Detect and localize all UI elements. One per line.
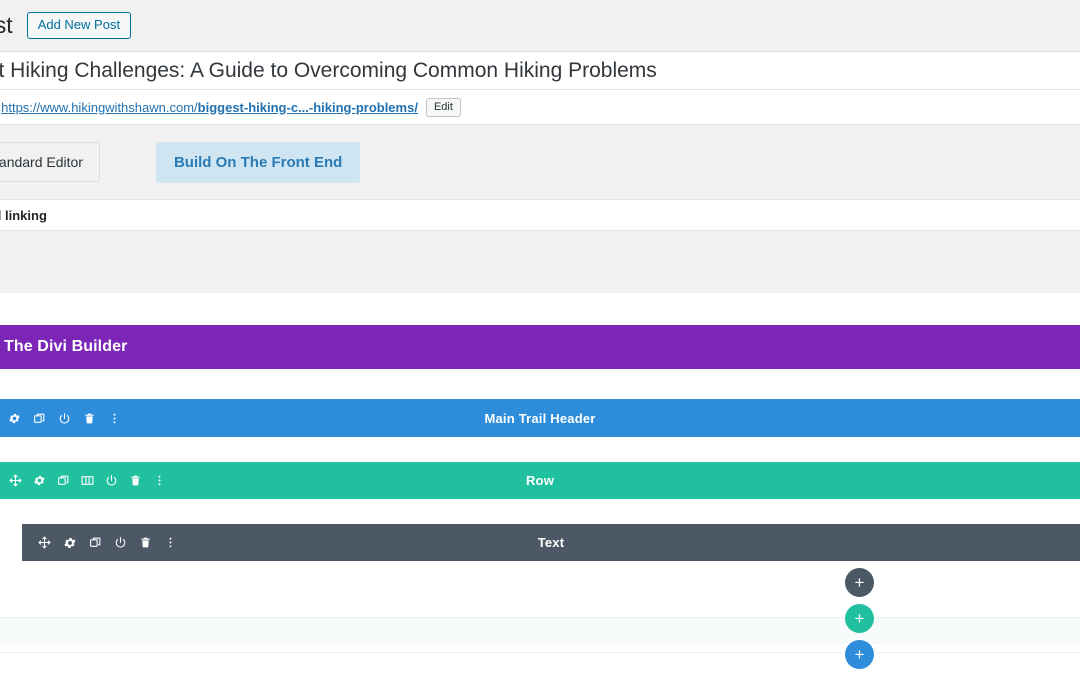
post-title-row: st Hiking Challenges: A Guide to Overcom…: [0, 52, 1080, 90]
post-title-input[interactable]: st Hiking Challenges: A Guide to Overcom…: [0, 59, 657, 83]
gear-icon[interactable]: [63, 536, 77, 550]
move-icon[interactable]: [38, 536, 51, 549]
wordpress-admin-page: ost Add New Post st Hiking Challenges: A…: [0, 0, 1080, 675]
internal-linking-label: ternal linking: [0, 207, 47, 223]
trash-icon[interactable]: [139, 536, 152, 549]
divi-builder-canvas: Main Trail Header Row Text + + +: [0, 369, 1080, 675]
add-section-button[interactable]: +: [845, 640, 874, 669]
builder-toggle-panel: To Standard Editor Build On The Front En…: [0, 124, 1080, 200]
gear-icon[interactable]: [8, 412, 21, 425]
page-title: ost: [0, 12, 13, 38]
permalink-prefix: https://www.hikingwithshawn.com/: [1, 99, 198, 115]
canvas-area-row: [0, 618, 1080, 644]
trash-icon[interactable]: [129, 474, 142, 487]
gear-icon[interactable]: [33, 474, 46, 487]
section-bar-icons: [8, 412, 121, 425]
content-gap: [0, 293, 1080, 325]
build-on-front-end-button[interactable]: Build On The Front End: [155, 141, 361, 183]
duplicate-icon[interactable]: [33, 412, 46, 425]
module-bar-icons: [38, 536, 177, 550]
power-icon[interactable]: [58, 412, 71, 425]
edit-permalink-button[interactable]: Edit: [425, 97, 461, 117]
module-label: Text: [537, 535, 565, 550]
add-new-post-button[interactable]: Add New Post: [26, 11, 132, 40]
move-icon[interactable]: [9, 474, 22, 487]
divi-builder-title: The Divi Builder: [4, 338, 128, 355]
more-options-icon[interactable]: [108, 412, 121, 425]
add-module-button[interactable]: +: [845, 568, 874, 597]
columns-icon[interactable]: [81, 474, 94, 487]
internal-linking-metabox-header[interactable]: ternal linking: [0, 200, 1080, 231]
duplicate-icon[interactable]: [57, 474, 70, 487]
permalink-link[interactable]: https://www.hikingwithshawn.com/biggest-…: [1, 100, 418, 115]
power-icon[interactable]: [114, 536, 127, 549]
section-label: Main Trail Header: [484, 410, 596, 426]
row-bar[interactable]: Row: [0, 462, 1080, 499]
metabox-body-spacer: [0, 231, 1080, 293]
canvas-area-section: [0, 652, 1080, 675]
power-icon[interactable]: [105, 474, 118, 487]
admin-topbar: ost Add New Post: [0, 0, 1080, 52]
more-options-icon[interactable]: [164, 536, 177, 549]
permalink-row: k: https://www.hikingwithshawn.com/bigge…: [0, 90, 1080, 124]
divi-builder-header: The Divi Builder: [0, 325, 1080, 369]
add-row-button[interactable]: +: [845, 604, 874, 633]
duplicate-icon[interactable]: [89, 536, 102, 549]
row-bar-icons: [9, 474, 166, 487]
more-options-icon[interactable]: [153, 474, 166, 487]
module-bar[interactable]: Text: [22, 524, 1080, 561]
permalink-slug: biggest-hiking-c...-hiking-problems/: [197, 99, 418, 115]
section-bar[interactable]: Main Trail Header: [0, 399, 1080, 437]
trash-icon[interactable]: [83, 412, 96, 425]
return-to-standard-editor-button[interactable]: To Standard Editor: [0, 142, 100, 182]
